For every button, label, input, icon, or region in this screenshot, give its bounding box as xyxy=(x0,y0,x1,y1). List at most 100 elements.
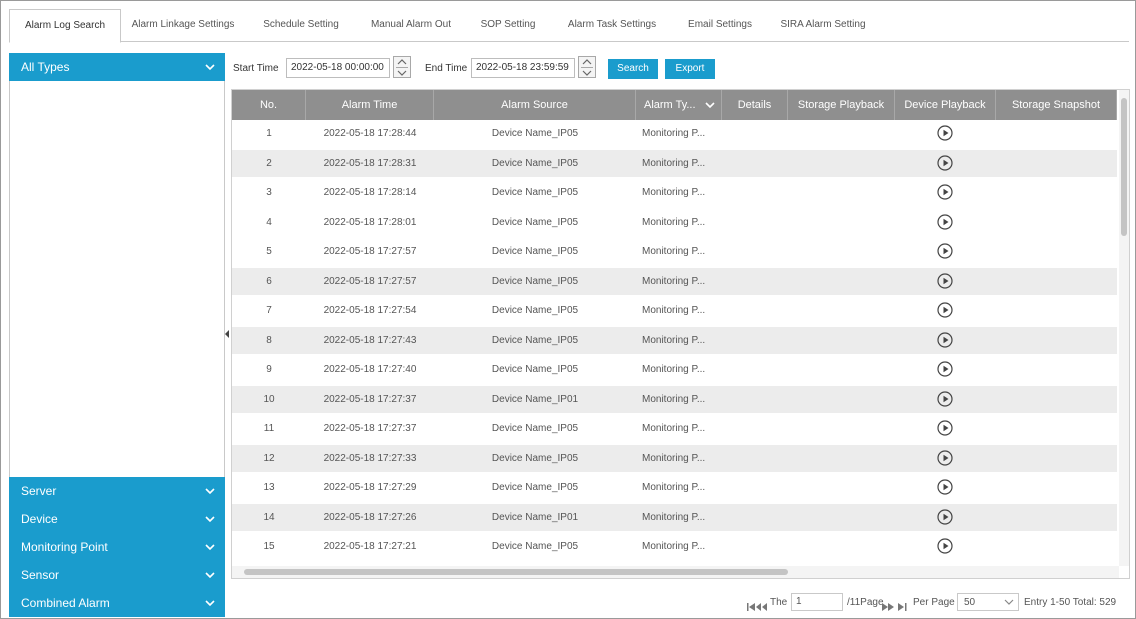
column-device-playback[interactable]: Device Playback xyxy=(895,90,996,120)
panel-device[interactable]: Device xyxy=(9,505,225,533)
tab-alarm-log-search[interactable]: Alarm Log Search xyxy=(9,9,121,43)
table-row[interactable]: 6 2022-05-18 17:27:57 Device Name_IP05 Moni… xyxy=(232,267,1117,295)
end-time-input[interactable] xyxy=(471,58,575,78)
device-playback-play-icon[interactable] xyxy=(937,420,953,436)
device-playback-play-icon[interactable] xyxy=(937,272,953,289)
end-time-label: End Time xyxy=(425,63,468,74)
horizontal-scroll-thumb[interactable] xyxy=(244,569,788,575)
search-button[interactable]: Search xyxy=(608,59,658,79)
device-playback-play-icon[interactable] xyxy=(937,184,953,200)
device-playback-play-icon[interactable] xyxy=(937,125,953,141)
vertical-scroll-thumb[interactable] xyxy=(1121,98,1127,236)
page-the-label: The xyxy=(770,597,788,608)
collapse-sidebar-arrow-icon[interactable] xyxy=(225,330,229,338)
column-details[interactable]: Details xyxy=(722,90,788,120)
column-alarm-source[interactable]: Alarm Source xyxy=(434,90,636,120)
cell-time: 2022-05-18 17:27:57 xyxy=(323,275,417,287)
tab-alarm-task-settings[interactable]: Alarm Task Settings xyxy=(559,9,665,41)
table-row[interactable]: 14 2022-05-18 17:27:26 Device Name_IP01 Mon… xyxy=(232,503,1117,531)
per-page-select[interactable]: 50 xyxy=(957,593,1019,611)
horizontal-scrollbar[interactable] xyxy=(232,566,1119,578)
device-playback-play-icon[interactable] xyxy=(937,390,953,407)
next-last-page-icon[interactable] xyxy=(881,598,909,616)
column-alarm-time[interactable]: Alarm Time xyxy=(306,90,434,120)
panel-server[interactable]: Server xyxy=(9,477,225,505)
page-number-input[interactable] xyxy=(791,593,843,611)
chevron-down-icon xyxy=(205,488,215,495)
table-row[interactable]: 9 2022-05-18 17:27:40 Device Name_IP05 Moni… xyxy=(232,356,1117,383)
table-row[interactable]: 11 2022-05-18 17:27:37 Device Name_IP05 Mon… xyxy=(232,415,1117,442)
cell-type: Monitoring P... xyxy=(642,452,706,464)
export-button[interactable]: Export xyxy=(665,59,715,79)
chevron-down-icon xyxy=(1004,599,1014,605)
cell-no: 1 xyxy=(266,128,272,139)
column-storage-playback[interactable]: Storage Playback xyxy=(788,90,895,120)
table-row[interactable]: 3 2022-05-18 17:28:14 Device Name_IP05 Moni… xyxy=(232,179,1117,206)
filter-dropdown-icon[interactable] xyxy=(705,101,715,109)
cell-time: 2022-05-18 17:28:44 xyxy=(323,128,417,139)
device-playback-play-icon[interactable] xyxy=(937,479,953,495)
column-no[interactable]: No. xyxy=(232,90,306,120)
device-playback-play-icon[interactable] xyxy=(937,213,953,230)
tab-sira-alarm-setting[interactable]: SIRA Alarm Setting xyxy=(773,9,873,41)
tab-sop-setting[interactable]: SOP Setting xyxy=(475,9,541,41)
device-playback-play-icon[interactable] xyxy=(937,508,953,525)
table-row[interactable]: 10 2022-05-18 17:27:37 Device Name_IP01 Mon… xyxy=(232,385,1117,413)
device-playback-play-icon[interactable] xyxy=(937,154,953,171)
chevron-down-icon xyxy=(205,544,215,551)
cell-time: 2022-05-18 17:27:26 xyxy=(323,511,417,523)
first-page-icon[interactable] xyxy=(746,598,768,616)
chevron-down-icon xyxy=(205,572,215,579)
cell-type: Monitoring P... xyxy=(642,216,706,228)
tab-alarm-linkage-settings[interactable]: Alarm Linkage Settings xyxy=(123,9,243,41)
panel-sensor[interactable]: Sensor xyxy=(9,561,225,589)
column-alarm-type[interactable]: Alarm Ty... xyxy=(636,90,722,120)
cell-time: 2022-05-18 17:28:31 xyxy=(323,157,417,169)
cell-source: Device Name_IP05 xyxy=(491,157,579,169)
device-playback-play-icon[interactable] xyxy=(937,302,953,318)
device-playback-play-icon[interactable] xyxy=(937,243,953,259)
cell-time: 2022-05-18 17:27:43 xyxy=(323,334,417,346)
vertical-scrollbar[interactable] xyxy=(1119,90,1129,566)
panel-all-types[interactable]: All Types xyxy=(9,53,225,81)
tab-schedule-setting[interactable]: Schedule Setting xyxy=(257,9,345,41)
table-row[interactable]: 2 2022-05-18 17:28:31 Device Name_IP05 Moni… xyxy=(232,149,1117,177)
tab-email-settings[interactable]: Email Settings xyxy=(681,9,759,41)
start-time-stepper[interactable] xyxy=(393,56,411,78)
tab-manual-alarm-out[interactable]: Manual Alarm Out xyxy=(365,9,457,41)
cell-source: Device Name_IP05 xyxy=(491,423,579,434)
panel-combined-alarm[interactable]: Combined Alarm xyxy=(9,589,225,617)
column-storage-snapshot[interactable]: Storage Snapshot xyxy=(996,90,1117,120)
cell-source: Device Name_IP05 xyxy=(491,128,579,139)
end-time-stepper[interactable] xyxy=(578,56,596,78)
cell-time: 2022-05-18 17:28:14 xyxy=(323,187,417,198)
panel-all-types-label: All Types xyxy=(21,60,70,74)
cell-no: 3 xyxy=(266,187,272,198)
chevron-up-icon[interactable] xyxy=(582,58,592,66)
chevron-up-icon[interactable] xyxy=(397,58,407,66)
table-row[interactable]: 8 2022-05-18 17:27:43 Device Name_IP05 Moni… xyxy=(232,326,1117,354)
table-row[interactable]: 12 2022-05-18 17:27:33 Device Name_IP05 Mon… xyxy=(232,444,1117,472)
chevron-down-icon[interactable] xyxy=(582,69,592,77)
device-playback-play-icon[interactable] xyxy=(937,361,953,377)
cell-type: Monitoring P... xyxy=(642,334,706,346)
cell-no: 6 xyxy=(266,275,272,287)
all-types-list xyxy=(9,81,225,510)
chevron-down-icon[interactable] xyxy=(397,69,407,77)
cell-no: 10 xyxy=(263,393,275,405)
table-row[interactable]: 13 2022-05-18 17:27:29 Device Name_IP05 Mon… xyxy=(232,474,1117,501)
device-playback-play-icon[interactable] xyxy=(937,538,953,554)
cell-type: Monitoring P... xyxy=(642,423,706,434)
start-time-label: Start Time xyxy=(233,63,279,74)
table-row[interactable]: 1 2022-05-18 17:28:44 Device Name_IP05 Moni… xyxy=(232,120,1117,147)
device-playback-play-icon[interactable] xyxy=(937,449,953,466)
alarm-window: Alarm Log Search Alarm Linkage Settings … xyxy=(0,0,1136,619)
start-time-input[interactable] xyxy=(286,58,390,78)
panel-monitoring-point[interactable]: Monitoring Point xyxy=(9,533,225,561)
table-row[interactable]: 4 2022-05-18 17:28:01 Device Name_IP05 Moni… xyxy=(232,208,1117,236)
table-row[interactable]: 7 2022-05-18 17:27:54 Device Name_IP05 Moni… xyxy=(232,297,1117,324)
cell-type: Monitoring P... xyxy=(642,157,706,169)
table-row[interactable]: 5 2022-05-18 17:27:57 Device Name_IP05 Moni… xyxy=(232,238,1117,265)
table-row[interactable]: 15 2022-05-18 17:27:21 Device Name_IP05 Mon… xyxy=(232,533,1117,560)
device-playback-play-icon[interactable] xyxy=(937,331,953,348)
